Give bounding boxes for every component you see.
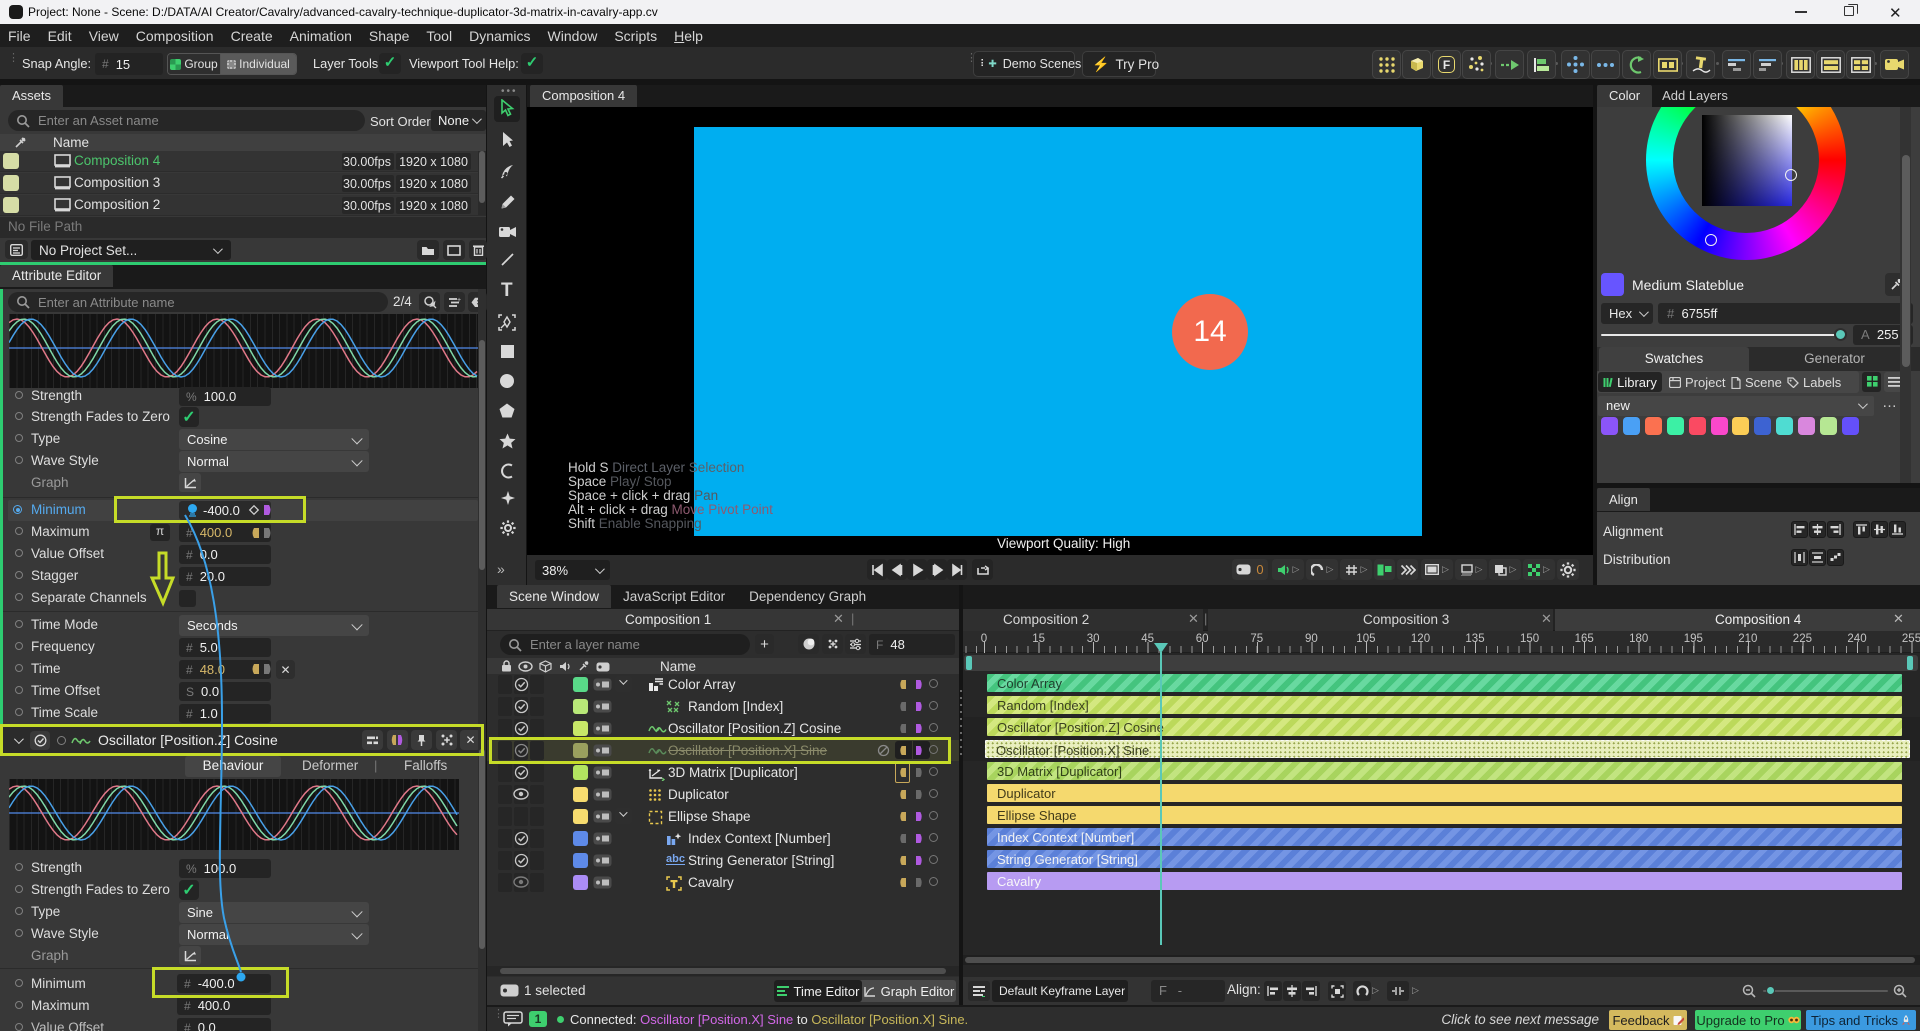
svg-text:+: + <box>457 297 461 304</box>
